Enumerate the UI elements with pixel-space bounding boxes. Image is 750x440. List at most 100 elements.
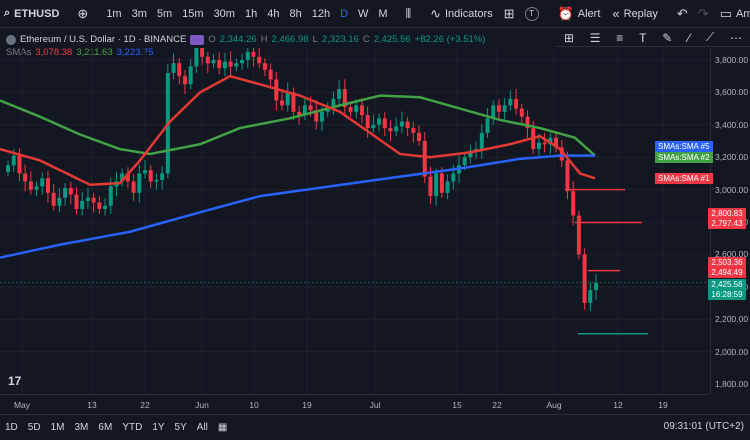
candle-body[interactable] <box>268 69 273 80</box>
flag-icon[interactable] <box>190 34 205 45</box>
text-tool-icon[interactable]: T <box>639 31 646 45</box>
timeframe-W[interactable]: W <box>353 0 373 28</box>
more-tools-icon[interactable]: ⋯ <box>730 31 742 45</box>
candle-body[interactable] <box>434 173 439 197</box>
candle-body[interactable] <box>200 48 205 57</box>
candle-body[interactable] <box>91 197 96 203</box>
range-1d[interactable]: 1D <box>0 422 23 433</box>
candle-body[interactable] <box>160 173 165 180</box>
candles-button[interactable]: ⫴ <box>401 0 416 28</box>
timeframe-D[interactable]: D <box>335 0 353 28</box>
candle-body[interactable] <box>485 118 490 133</box>
range-5d[interactable]: 5D <box>23 422 46 433</box>
candle-body[interactable] <box>502 105 507 112</box>
candle-body[interactable] <box>251 51 256 57</box>
candle-body[interactable] <box>171 63 176 73</box>
candle-body[interactable] <box>348 106 353 112</box>
candle-body[interactable] <box>108 186 113 206</box>
candle-body[interactable] <box>519 108 524 117</box>
candle-body[interactable] <box>319 111 324 122</box>
candle-body[interactable] <box>57 197 62 206</box>
candle-body[interactable] <box>85 197 90 201</box>
range-1y[interactable]: 1Y <box>147 422 169 433</box>
candle-body[interactable] <box>394 126 399 132</box>
candle-body[interactable] <box>40 178 45 187</box>
candle-body[interactable] <box>97 202 102 210</box>
candle-body[interactable] <box>354 105 359 112</box>
candle-body[interactable] <box>377 118 382 125</box>
sma-series-tag[interactable]: SMAs:SMA #2 <box>655 152 713 163</box>
range-ytd[interactable]: YTD <box>117 422 147 433</box>
candle-body[interactable] <box>399 121 404 127</box>
candle-body[interactable] <box>371 124 376 129</box>
candle-body[interactable] <box>228 61 233 67</box>
candle-body[interactable] <box>388 128 393 132</box>
candle-body[interactable] <box>182 76 187 85</box>
brush-icon[interactable]: ⁄ <box>688 31 690 45</box>
candle-body[interactable] <box>205 56 210 64</box>
candle-body[interactable] <box>34 186 39 190</box>
candle-body[interactable] <box>74 194 79 210</box>
range-all[interactable]: All <box>192 422 213 433</box>
candle-body[interactable] <box>11 155 16 166</box>
timeframe-15m[interactable]: 15m <box>177 0 208 28</box>
candle-body[interactable] <box>280 100 285 106</box>
candle-body[interactable] <box>45 178 50 193</box>
candle-body[interactable] <box>194 48 199 67</box>
candle-body[interactable] <box>359 105 364 116</box>
candle-body[interactable] <box>51 192 56 206</box>
timeframe-5m[interactable]: 5m <box>152 0 177 28</box>
timeframe-4h[interactable]: 4h <box>262 0 284 28</box>
alert-button[interactable]: ⏰ Alert <box>552 6 607 22</box>
sma-5-line[interactable] <box>0 154 595 259</box>
pen-icon[interactable]: ✎ <box>662 31 672 45</box>
price-chart[interactable] <box>0 48 710 394</box>
candle-body[interactable] <box>514 98 519 109</box>
candle-body[interactable] <box>479 132 484 150</box>
candle-body[interactable] <box>6 165 10 172</box>
candle-body[interactable] <box>417 132 422 141</box>
candle-body[interactable] <box>103 205 108 210</box>
timeframe-3m[interactable]: 3m <box>127 0 152 28</box>
candle-body[interactable] <box>80 200 85 210</box>
fib-icon[interactable]: ☰ <box>590 31 601 45</box>
candle-body[interactable] <box>439 173 444 193</box>
candle-body[interactable] <box>451 173 456 182</box>
timeframe-8h[interactable]: 8h <box>284 0 306 28</box>
layout-menu-button[interactable]: ▭ Am <box>714 6 750 22</box>
candle-body[interactable] <box>222 61 227 69</box>
candle-body[interactable] <box>211 60 216 64</box>
candle-body[interactable] <box>23 173 28 182</box>
candle-body[interactable] <box>177 63 182 77</box>
grid-layout-icon[interactable]: ⊞ <box>564 31 574 45</box>
candle-body[interactable] <box>496 105 501 112</box>
candle-body[interactable] <box>571 191 576 216</box>
candle-body[interactable] <box>565 160 570 192</box>
tradingview-logo[interactable]: 17 <box>8 374 21 388</box>
candle-body[interactable] <box>382 118 387 129</box>
time-axis[interactable]: May 13 22 Jun 10 19 Jul 15 22 Aug 12 19 <box>0 394 710 414</box>
lines-icon[interactable]: ≡ <box>616 31 623 45</box>
templates-button[interactable]: T <box>520 0 544 28</box>
candle-body[interactable] <box>240 60 245 64</box>
ruler-icon[interactable]: ⟋ <box>706 30 714 45</box>
clock-display[interactable]: 09:31:01 (UTC+2) <box>664 421 744 432</box>
redo-button[interactable]: ↷ <box>693 0 714 28</box>
candle-body[interactable] <box>137 173 142 193</box>
candle-body[interactable] <box>582 254 587 303</box>
candle-body[interactable] <box>462 157 467 166</box>
candle-body[interactable] <box>405 121 410 129</box>
candle-body[interactable] <box>588 290 593 303</box>
candle-body[interactable] <box>445 181 450 193</box>
candle-body[interactable] <box>594 282 598 291</box>
candle-body[interactable] <box>576 215 581 255</box>
candle-body[interactable] <box>411 128 416 133</box>
calendar-icon[interactable]: ▦ <box>213 422 232 433</box>
range-3m[interactable]: 3M <box>70 422 94 433</box>
candle-body[interactable] <box>154 179 159 182</box>
timeframe-1h[interactable]: 1h <box>240 0 262 28</box>
candle-body[interactable] <box>245 51 250 60</box>
candle-body[interactable] <box>148 170 153 182</box>
candle-body[interactable] <box>308 105 313 111</box>
candle-body[interactable] <box>68 187 73 195</box>
